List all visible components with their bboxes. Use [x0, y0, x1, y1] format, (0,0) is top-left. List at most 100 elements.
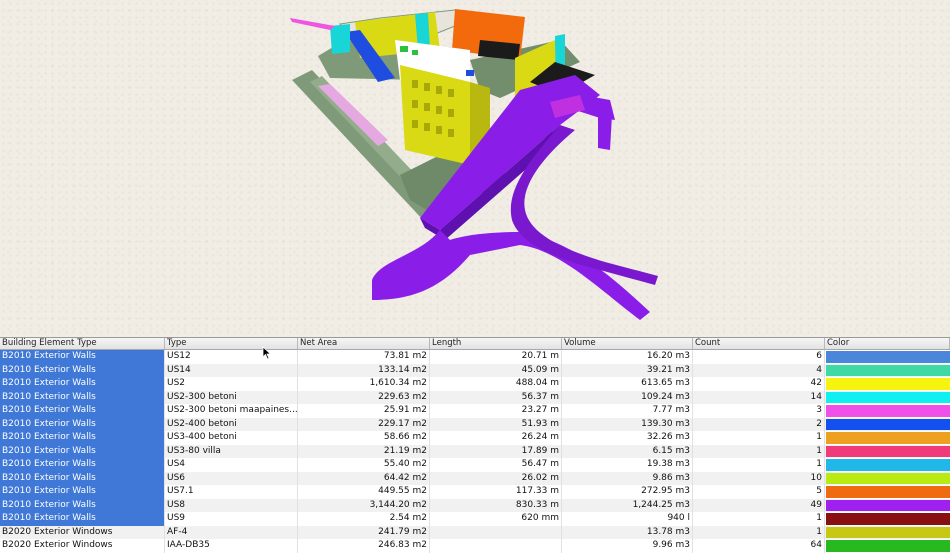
cell-length: 26.24 m	[430, 431, 562, 445]
cell-color[interactable]	[825, 404, 950, 418]
column-header-length[interactable]: Length	[430, 338, 562, 349]
cell-volume: 9.96 m3	[562, 539, 693, 553]
table-row[interactable]: B2010 Exterior Walls US14 133.14 m2 45.09 m…	[0, 363, 950, 378]
column-header-color[interactable]: Color	[825, 338, 950, 349]
cell-net-area: 64.42 m2	[298, 471, 430, 485]
cell-color[interactable]	[825, 458, 950, 472]
color-swatch[interactable]	[826, 472, 950, 484]
cell-length: 17.89 m	[430, 444, 562, 458]
table-row[interactable]: B2010 Exterior Walls US7.1 449.55 m2 117.33…	[0, 485, 950, 499]
cell-net-area: 229.17 m2	[298, 417, 430, 431]
color-swatch[interactable]	[826, 513, 950, 525]
table-row[interactable]: B2020 Exterior Windows AF-4 241.79 m2 13.78…	[0, 525, 950, 540]
cell-count: 42	[693, 377, 825, 391]
cell-building-element-type: B2010 Exterior Walls	[0, 350, 165, 364]
cell-color[interactable]	[825, 512, 950, 526]
table-row[interactable]: B2010 Exterior Walls US8 3,144.20 m2 830.33…	[0, 498, 950, 513]
cell-type: US2-400 betoni	[165, 417, 298, 431]
color-swatch[interactable]	[826, 364, 950, 376]
column-header-count[interactable]: Count	[693, 338, 825, 349]
cell-color[interactable]	[825, 499, 950, 513]
cell-volume: 39.21 m3	[562, 363, 693, 377]
cell-color[interactable]	[825, 364, 950, 378]
cell-count: 1	[693, 431, 825, 445]
table-row[interactable]: B2010 Exterior Walls US9 2.54 m2 620 mm 940 …	[0, 512, 950, 526]
cell-count: 4	[693, 363, 825, 377]
color-swatch[interactable]	[826, 351, 950, 363]
cell-building-element-type: B2010 Exterior Walls	[0, 404, 165, 418]
cell-volume: 16.20 m3	[562, 350, 693, 364]
cyan-wall-small	[330, 24, 350, 54]
cell-count: 2	[693, 417, 825, 431]
cell-net-area: 449.55 m2	[298, 485, 430, 499]
color-swatch[interactable]	[826, 391, 950, 403]
cell-net-area: 246.83 m2	[298, 539, 430, 553]
cell-color[interactable]	[825, 472, 950, 486]
table-row[interactable]: B2010 Exterior Walls US2-400 betoni 229.17…	[0, 417, 950, 432]
table-body: B2010 Exterior Walls US12 73.81 m2 20.71 m1…	[0, 350, 950, 553]
cell-volume: 6.15 m3	[562, 444, 693, 458]
cell-volume: 19.38 m3	[562, 458, 693, 472]
cell-length: 20.71 m	[430, 350, 562, 364]
color-swatch[interactable]	[826, 378, 950, 390]
color-swatch[interactable]	[826, 418, 950, 430]
magenta-accent-top	[290, 18, 335, 30]
cell-volume: 940 l	[562, 512, 693, 526]
cell-building-element-type: B2010 Exterior Walls	[0, 512, 165, 526]
cell-color[interactable]	[825, 418, 950, 432]
cell-net-area: 25.91 m2	[298, 404, 430, 418]
column-header-net-area[interactable]: Net Area	[298, 338, 430, 349]
table-header: Building Element Type Type Net Area Leng…	[0, 338, 950, 350]
3d-model-viewport[interactable]	[0, 0, 950, 337]
cell-count: 10	[693, 471, 825, 485]
cell-type: US3-400 betoni	[165, 431, 298, 445]
cell-building-element-type: B2010 Exterior Walls	[0, 444, 165, 458]
cell-color[interactable]	[825, 377, 950, 391]
building-model[interactable]	[0, 0, 950, 337]
cell-type: US12	[165, 350, 298, 364]
cell-net-area: 3,144.20 m2	[298, 498, 430, 512]
table-row[interactable]: B2010 Exterior Walls US2 1,610.34 m2 488.04…	[0, 377, 950, 391]
cell-color[interactable]	[825, 350, 950, 364]
cell-color[interactable]	[825, 539, 950, 553]
cell-net-area: 1,610.34 m2	[298, 377, 430, 391]
column-header-building-element-type[interactable]: Building Element Type	[0, 338, 165, 349]
color-swatch[interactable]	[826, 445, 950, 457]
cell-count: 1	[693, 525, 825, 539]
cell-count: 1	[693, 458, 825, 472]
cell-type: US8	[165, 498, 298, 512]
cell-length: 26.02 m	[430, 471, 562, 485]
table-row[interactable]: B2010 Exterior Walls US2-300 betoni 229.63…	[0, 390, 950, 405]
cell-color[interactable]	[825, 485, 950, 499]
element-quantity-table[interactable]: Building Element Type Type Net Area Leng…	[0, 337, 950, 553]
green-block-2	[412, 50, 418, 55]
table-row[interactable]: B2010 Exterior Walls US12 73.81 m2 20.71 m1…	[0, 350, 950, 364]
cell-length: 51.93 m	[430, 417, 562, 431]
table-row[interactable]: B2010 Exterior Walls US3-80 villa 21.19 m2…	[0, 444, 950, 459]
cell-color[interactable]	[825, 391, 950, 405]
color-swatch[interactable]	[826, 459, 950, 471]
cell-color[interactable]	[825, 431, 950, 445]
table-row[interactable]: B2010 Exterior Walls US4 55.40 m2 56.47 m 19…	[0, 458, 950, 472]
column-header-type[interactable]: Type	[165, 338, 298, 349]
table-row[interactable]: B2010 Exterior Walls US2-300 betoni maapa…	[0, 404, 950, 418]
cell-length: 488.04 m	[430, 377, 562, 391]
cell-color[interactable]	[825, 445, 950, 459]
table-row[interactable]: B2010 Exterior Walls US6 64.42 m2 26.02 m 9.…	[0, 471, 950, 486]
cell-color[interactable]	[825, 526, 950, 540]
cell-length: 56.37 m	[430, 390, 562, 404]
color-swatch[interactable]	[826, 432, 950, 444]
column-header-volume[interactable]: Volume	[562, 338, 693, 349]
color-swatch[interactable]	[826, 526, 950, 538]
cell-volume: 9.86 m3	[562, 471, 693, 485]
cell-net-area: 55.40 m2	[298, 458, 430, 472]
table-row[interactable]: B2010 Exterior Walls US3-400 betoni 58.66 …	[0, 431, 950, 445]
green-block-1	[400, 46, 408, 52]
color-swatch[interactable]	[826, 540, 950, 552]
color-swatch[interactable]	[826, 499, 950, 511]
cell-count: 64	[693, 539, 825, 553]
table-row[interactable]: B2020 Exterior Windows IAA-DB35 246.83 m2 9…	[0, 539, 950, 553]
cell-count: 6	[693, 350, 825, 364]
color-swatch[interactable]	[826, 405, 950, 417]
color-swatch[interactable]	[826, 486, 950, 498]
